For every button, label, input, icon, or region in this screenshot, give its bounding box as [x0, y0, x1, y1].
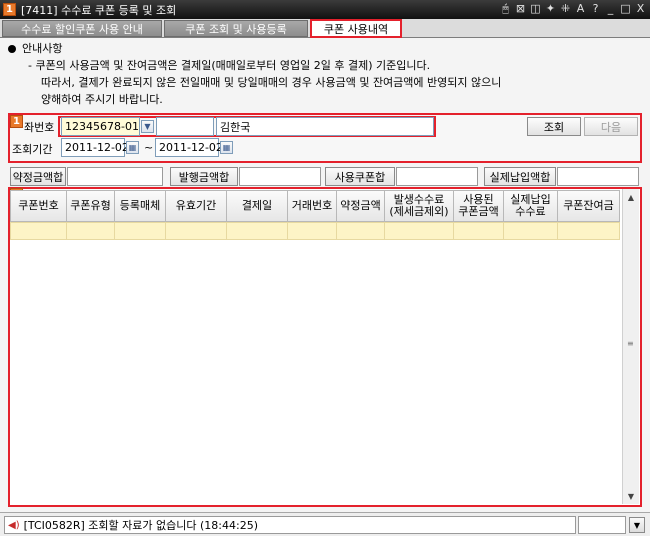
screen-icon[interactable]: ◫	[530, 2, 541, 16]
account-dropdown-icon[interactable]: ▼	[141, 120, 154, 133]
contract-sum-value	[67, 167, 163, 186]
query-button[interactable]: 조회	[527, 117, 581, 136]
title-bar: 1 [7411] 수수료 쿠폰 등록 및 조회 🖱 ⊠ ◫ ✦ ⁜ A ? _ …	[0, 0, 650, 19]
status-aux-field	[578, 516, 626, 534]
maximize-button[interactable]: □	[620, 2, 631, 16]
notice-section: 안내사항 - 쿠폰의 사용금액 및 잔여금액은 결제일(매매일로부터 영업일 2…	[8, 40, 638, 108]
tab-bar: 수수료 할인쿠폰 사용 안내 쿠폰 조회 및 사용등록 쿠폰 사용내역	[0, 19, 650, 38]
coupon-sum-value	[396, 167, 478, 186]
status-dropdown-icon[interactable]: ▼	[629, 517, 645, 533]
font-size-button[interactable]: A	[575, 2, 586, 16]
table-cell	[114, 222, 166, 240]
table-cell	[557, 222, 620, 240]
table-cell	[10, 222, 67, 240]
column-header[interactable]: 발생수수료 (제세금제외)	[384, 190, 454, 222]
table-cell	[226, 222, 288, 240]
date-to-input[interactable]: 2011-12-02	[155, 138, 223, 157]
pin-icon[interactable]: ✦	[545, 2, 556, 16]
tab-coupon-register[interactable]: 쿠폰 조회 및 사용등록	[164, 20, 308, 37]
table-cell	[453, 222, 504, 240]
search-panel-badge: 1	[10, 115, 23, 128]
notice-line-1: - 쿠폰의 사용금액 및 잔여금액은 결제일(매매일로부터 영업일 2일 후 결…	[28, 59, 431, 72]
column-header[interactable]: 쿠폰번호	[10, 190, 67, 222]
bullet-icon	[8, 45, 16, 53]
column-header[interactable]: 쿠폰잔여금	[557, 190, 620, 222]
paid-sum-value	[557, 167, 639, 186]
tab-coupon-guide[interactable]: 수수료 할인쿠폰 사용 안내	[2, 20, 162, 37]
tab-coupon-history[interactable]: 쿠폰 사용내역	[310, 19, 402, 38]
mouse-icon[interactable]: 🖱	[500, 2, 511, 16]
period-label: 조회기간	[12, 143, 53, 156]
column-header[interactable]: 거래번호	[287, 190, 337, 222]
column-header[interactable]: 약정금액	[336, 190, 385, 222]
table-row[interactable]	[10, 222, 620, 240]
notice-heading: 안내사항	[22, 42, 63, 55]
account-input[interactable]: 12345678-01	[61, 117, 140, 136]
column-header[interactable]: 사용된 쿠폰금액	[453, 190, 504, 222]
window-title: [7411] 수수료 쿠폰 등록 및 조회	[21, 3, 177, 17]
status-message-box: ◀) [TCI0582R] 조회할 자료가 없습니다 (18:44:25)	[4, 516, 576, 534]
status-bar: ◀) [TCI0582R] 조회할 자료가 없습니다 (18:44:25) ▼	[0, 512, 650, 536]
help-button[interactable]: ?	[590, 2, 601, 16]
close-button[interactable]: X	[635, 2, 646, 16]
speaker-icon: ◀)	[8, 519, 20, 531]
notice-line-3: 양해하여 주시기 바랍니다.	[41, 93, 163, 106]
issued-sum-label: 발행금액합	[170, 167, 238, 186]
coupon-sum-label: 사용쿠폰합	[325, 167, 395, 186]
window-controls: 🖱 ⊠ ◫ ✦ ⁜ A ? _ □ X	[500, 2, 646, 16]
table-cell	[503, 222, 558, 240]
link-icon[interactable]: ⁜	[560, 2, 571, 16]
status-message: [TCI0582R] 조회할 자료가 없습니다 (18:44:25)	[23, 519, 258, 532]
scroll-down-icon[interactable]: ▼	[623, 489, 639, 503]
issued-sum-value	[239, 167, 321, 186]
paid-sum-label: 실제납입액합	[484, 167, 556, 186]
print-icon[interactable]: ⊠	[515, 2, 526, 16]
minimize-button[interactable]: _	[605, 2, 616, 16]
table-cell	[66, 222, 115, 240]
calendar-icon[interactable]: ▦	[220, 141, 233, 154]
table-cell	[336, 222, 385, 240]
column-header[interactable]: 등록매체	[114, 190, 166, 222]
scroll-up-icon[interactable]: ▲	[623, 190, 639, 204]
column-header[interactable]: 유효기간	[165, 190, 227, 222]
grid-header: 쿠폰번호 쿠폰유형 등록매체 유효기간 결제일 거래번호 약정금액 발생수수료 …	[10, 190, 620, 222]
calendar-icon[interactable]: ▦	[126, 141, 139, 154]
account-password-input[interactable]	[156, 117, 214, 136]
account-name-field: 김한국	[216, 117, 434, 136]
column-header[interactable]: 결제일	[226, 190, 288, 222]
account-label: 좌번호	[24, 121, 55, 134]
date-from-input[interactable]: 2011-12-02	[61, 138, 129, 157]
column-header[interactable]: 실제납입 수수료	[503, 190, 558, 222]
date-separator: ~	[144, 141, 154, 154]
contract-sum-label: 약정금액합	[10, 167, 66, 186]
column-header[interactable]: 쿠폰유형	[66, 190, 115, 222]
window-badge: 1	[3, 3, 16, 16]
next-button[interactable]: 다음	[584, 117, 638, 136]
table-cell	[165, 222, 227, 240]
table-cell	[384, 222, 454, 240]
scroll-grip-icon[interactable]: ≡	[627, 339, 635, 348]
vertical-scrollbar[interactable]: ▲ ≡ ▼	[622, 189, 639, 504]
notice-line-2: 따라서, 결제가 완료되지 않은 전일매매 및 당일매매의 경우 사용금액 및 …	[41, 76, 502, 89]
table-cell	[287, 222, 337, 240]
